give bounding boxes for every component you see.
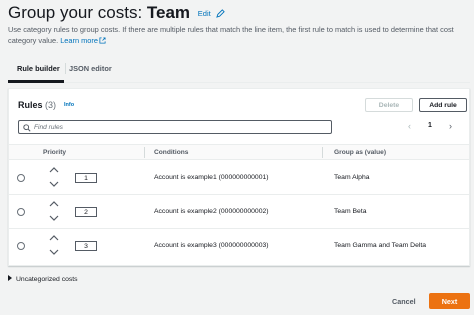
external-link-icon[interactable] <box>99 36 106 44</box>
row-radio[interactable] <box>17 208 25 216</box>
condition-field: Account <box>154 174 179 181</box>
search-input[interactable] <box>34 122 324 132</box>
tab-divider <box>65 63 66 74</box>
table-row: 1 Account is example1 (000000000001) Tea… <box>9 161 469 195</box>
rules-count: (3) <box>45 100 57 110</box>
tab-json-editor[interactable]: JSON editor <box>69 64 112 73</box>
chevron-left-icon[interactable]: ‹ <box>408 121 411 131</box>
add-rule-button[interactable]: Add rule <box>419 98 467 112</box>
priority-input[interactable]: 2 <box>75 207 97 217</box>
column-separator <box>322 147 323 158</box>
arrow-up-icon[interactable] <box>49 166 59 173</box>
tab-rule-builder[interactable]: Rule builder <box>17 64 60 73</box>
rule-condition: Account is example1 (000000000001) <box>154 174 269 181</box>
condition-operator: is <box>180 242 186 249</box>
arrow-up-icon[interactable] <box>49 234 59 241</box>
info-link[interactable]: Info <box>64 102 74 108</box>
table-row: 3 Account is example3 (000000000003) Tea… <box>9 229 469 263</box>
search-icon <box>23 123 31 132</box>
title-name: Team <box>146 3 191 22</box>
uncategorized-costs-toggle[interactable]: Uncategorized costs <box>8 275 78 283</box>
condition-value: example2 (000000000002) <box>187 208 269 215</box>
rule-group-value: Team Beta <box>334 208 367 215</box>
learn-more-link[interactable]: Learn more <box>60 36 98 45</box>
arrow-up-icon[interactable] <box>49 200 59 207</box>
rule-group-value: Team Gamma and Team Delta <box>334 242 427 249</box>
edit-link[interactable]: Edit <box>198 9 211 18</box>
arrow-down-icon[interactable] <box>49 249 59 256</box>
condition-field: Account <box>154 242 179 249</box>
row-radio[interactable] <box>17 174 25 182</box>
arrow-down-icon[interactable] <box>49 215 59 222</box>
rules-heading: Rules (3) <box>18 100 56 110</box>
rule-group-value: Team Alpha <box>334 174 370 181</box>
search-box <box>18 120 332 134</box>
title-prefix: Group your costs: <box>8 3 147 22</box>
condition-operator: is <box>180 174 186 181</box>
chevron-right-icon[interactable]: › <box>449 121 452 131</box>
delete-button[interactable]: Delete <box>365 98 413 112</box>
rule-condition: Account is example2 (000000000002) <box>154 208 269 215</box>
condition-field: Account <box>154 208 179 215</box>
column-conditions: Conditions <box>154 149 189 156</box>
column-group: Group as (value) <box>334 149 387 156</box>
page-title: Group your costs: Team Edit <box>8 3 226 24</box>
condition-value: example1 (000000000001) <box>187 174 269 181</box>
tab-bar: Rule builder JSON editor <box>8 60 470 83</box>
column-priority: Priority <box>43 149 67 156</box>
rules-panel: Rules (3) Info Delete Add rule ‹ 1 › Pri… <box>8 88 470 266</box>
pencil-icon[interactable] <box>216 9 226 18</box>
active-tab-indicator <box>8 80 64 83</box>
rules-title: Rules <box>18 100 43 110</box>
condition-operator: is <box>180 208 186 215</box>
column-separator <box>144 147 145 158</box>
arrow-down-icon[interactable] <box>49 181 59 188</box>
priority-input[interactable]: 3 <box>75 241 97 251</box>
table-row: 2 Account is example2 (000000000002) Tea… <box>9 195 469 229</box>
next-button[interactable]: Next <box>429 293 470 309</box>
page-number[interactable]: 1 <box>428 122 432 129</box>
priority-input[interactable]: 1 <box>75 173 97 183</box>
caret-right-icon <box>8 275 12 281</box>
cancel-button[interactable]: Cancel <box>392 297 416 306</box>
rule-condition: Account is example3 (000000000003) <box>154 242 269 249</box>
row-radio[interactable] <box>17 242 25 250</box>
page-description: Use category rules to group costs. If th… <box>8 25 470 46</box>
uncategorized-label: Uncategorized costs <box>16 276 78 283</box>
pagination: ‹ 1 › <box>404 121 468 132</box>
condition-value: example3 (000000000003) <box>187 242 269 249</box>
table-header: Priority Conditions Group as (value) <box>9 144 469 160</box>
